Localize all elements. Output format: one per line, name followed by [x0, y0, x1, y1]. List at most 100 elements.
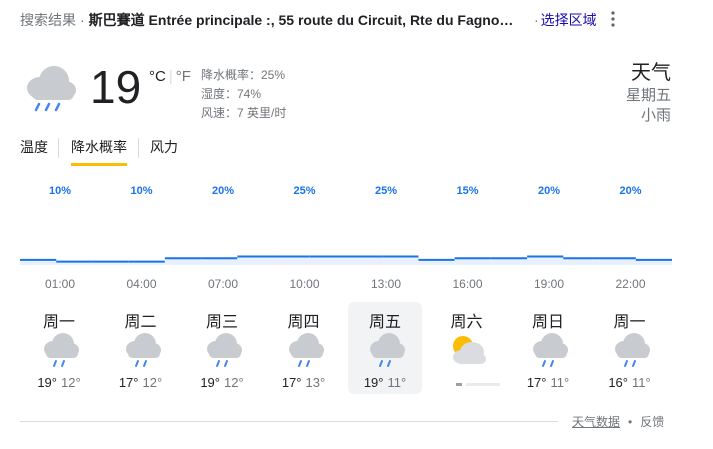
day-low-temp: 12° [224, 375, 244, 390]
feedback-link[interactable]: 反馈 [640, 415, 664, 429]
day-temperatures: 19° 12° [185, 375, 259, 390]
day-high-temp: 17° [281, 375, 302, 390]
precip-bar [164, 258, 202, 265]
day-temperatures: 17° 12° [104, 375, 178, 390]
precip-bar [454, 258, 492, 265]
day-item[interactable]: 周日 17° 11° [511, 302, 585, 394]
region-separator: · [534, 12, 539, 28]
precip-bar [273, 256, 311, 265]
day-name: 周五 [368, 314, 401, 331]
day-temperatures: 17° 11° [511, 375, 585, 390]
day-low-temp: 13° [305, 375, 326, 390]
time-tick-label: 22:00 [615, 277, 646, 291]
precip-bar [563, 258, 601, 265]
precip-bar [237, 256, 275, 265]
day-high-temp: 19° [200, 375, 220, 390]
precip-value-label: 10% [130, 185, 153, 197]
precip-value-label: 20% [619, 185, 642, 197]
fahrenheit-unit[interactable]: °F [176, 68, 191, 85]
celsius-unit[interactable]: °C [149, 68, 166, 85]
choose-region-label: 选择区域 [540, 12, 597, 28]
day-item[interactable]: 周四 17° 13° [267, 302, 341, 394]
precip-bar [490, 258, 528, 265]
precip-bar [599, 258, 637, 265]
rain-cloud-icon [288, 333, 324, 367]
day-item[interactable]: 周一 16° 11° [593, 302, 667, 394]
day-high-temp: 19° [363, 375, 384, 390]
day-low-temp: 11° [631, 375, 651, 390]
current-temperature: 19 [90, 61, 142, 113]
precip-value-label: 10% [48, 185, 72, 197]
weather-day: 星期五 [625, 87, 671, 104]
precip-value-label: 25% [293, 185, 316, 197]
day-name: 周一 [613, 314, 646, 331]
time-tick-label: 04:00 [126, 277, 157, 291]
day-name: 周日 [531, 314, 564, 331]
temperature-placeholder [455, 383, 500, 386]
time-tick-label: 13:00 [370, 277, 402, 291]
unit-divider: | [168, 68, 173, 85]
day-item[interactable]: 周五 19° 11° [348, 302, 422, 394]
weather-data-link[interactable]: 天气数据 [572, 415, 620, 429]
day-name: 周四 [287, 314, 320, 331]
day-temperatures: 19° 11° [348, 375, 422, 390]
location-title: 斯巴賽道 Entrée principale :, 55 route du Ci… [88, 12, 514, 28]
day-item[interactable]: 周六 [430, 302, 504, 394]
day-low-temp: 12° [142, 375, 163, 390]
daily-forecast: 周一 19° 12° 周二 17° 12° 周三 19° 12° 周四 17° 13° 周五 19° 11°… [20, 302, 672, 394]
weather-title: 天气 [631, 62, 671, 84]
day-low-temp: 11° [550, 375, 570, 390]
tab-precipitation[interactable]: 降水概率 [71, 138, 127, 166]
day-high-temp: 16° [608, 375, 628, 390]
tab-divider [138, 138, 139, 158]
tab-temperature[interactable]: 温度 [20, 138, 48, 166]
day-low-temp: 11° [387, 375, 407, 390]
rain-cloud-icon [370, 333, 405, 367]
breadcrumb-label: 搜索结果 [20, 12, 76, 28]
footer-divider [20, 421, 558, 422]
day-name: 周一 [42, 314, 75, 331]
rain-cloud-icon [27, 66, 76, 112]
day-temperatures: 17° 13° [267, 375, 341, 390]
day-name: 周二 [124, 314, 157, 331]
footer: 天气数据 • 反馈 [572, 413, 664, 430]
precipitation-chart-svg [20, 255, 672, 265]
day-item[interactable]: 周三 19° 12° [185, 302, 259, 394]
more-options-icon[interactable] [608, 10, 618, 28]
day-high-temp: 19° [37, 375, 57, 390]
day-high-temp: 17° [526, 375, 547, 390]
unit-toggle: °C | °F [149, 68, 191, 85]
current-details: 降水概率：25% 湿度：74% 风速：7 英里/时 [201, 66, 286, 123]
precip-detail: 降水概率：25% [201, 68, 286, 82]
day-high-temp: 17° [118, 375, 139, 390]
tab-divider [58, 138, 59, 158]
day-name: 周三 [205, 314, 238, 331]
precip-bar [382, 256, 419, 265]
breadcrumb-separator: · [80, 12, 85, 28]
precip-bar [346, 256, 383, 265]
rain-cloud-icon [44, 333, 79, 367]
search-header: 搜索结果 · 斯巴賽道 Entrée principale :, 55 route … [20, 10, 620, 30]
time-tick-label: 19:00 [533, 277, 565, 291]
day-item[interactable]: 周二 17° 12° [104, 302, 178, 394]
time-tick-label: 01:00 [44, 277, 76, 291]
time-tick-label: 07:00 [207, 277, 239, 291]
day-low-temp: 12° [61, 375, 81, 390]
rain-cloud-icon [125, 333, 161, 367]
day-item[interactable]: 周一 19° 12° [22, 302, 96, 394]
day-name: 周六 [450, 314, 483, 331]
humidity-detail: 湿度：74% [201, 87, 262, 101]
precip-bar [527, 256, 564, 265]
weather-summary: 天气 星期五 小雨 [626, 60, 671, 126]
choose-region-link[interactable]: · 选择区域 [534, 10, 597, 30]
precip-value-label: 20% [211, 185, 235, 197]
rain-cloud-icon [614, 333, 650, 367]
tab-wind[interactable]: 风力 [150, 138, 178, 166]
day-temperatures: 19° 12° [22, 375, 96, 390]
time-tick-label: 10:00 [289, 277, 320, 291]
rain-cloud-icon [207, 333, 242, 367]
day-temperatures: 16° 11° [593, 375, 667, 390]
precipitation-chart: 10% 01:00 10% 04:00 20% 07:00 25% 10:00 25% 13:00… [20, 180, 672, 291]
footer-bullet: • [628, 415, 633, 429]
precip-bar [309, 256, 347, 265]
